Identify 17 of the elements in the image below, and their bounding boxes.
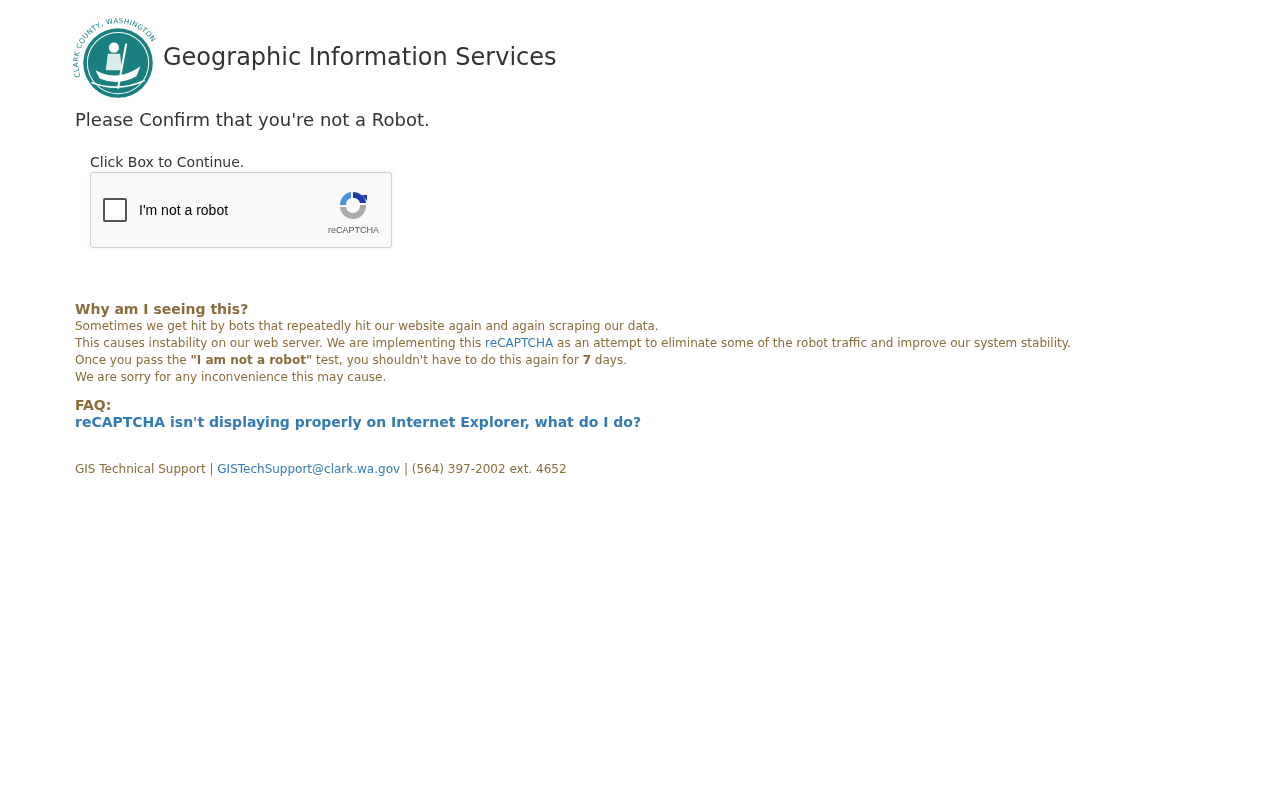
captcha-checkbox[interactable] [103, 198, 127, 222]
faq-heading: FAQ: [75, 396, 112, 414]
recaptcha-logo-icon [337, 189, 370, 221]
page-heading: Please Confirm that you're not a Robot. [75, 109, 430, 130]
site-title: Geographic Information Services [163, 43, 557, 71]
explanation-line: Once you pass the "I am not a robot" test, you shouldn't have to do this again for 7 days. [75, 352, 627, 369]
instruction-text: Click Box to Continue. [90, 154, 245, 170]
email-link[interactable]: GISTechSupport@clark.wa.gov [217, 462, 401, 476]
recaptcha-link[interactable]: reCAPTCHA [485, 336, 554, 350]
explanation-line: This causes instability on our web server. We are implementing this reCAPTCHA as an attempt to eliminate some of the robot traffic and improve our system stability. [75, 335, 1071, 352]
support-footer: GIS Technical Support | GISTechSupport@clark.wa.gov | (564) 397-2002 ext. 4652 [75, 462, 567, 476]
section-heading: Why am I seeing this? [75, 300, 249, 318]
captcha-label: I'm not a robot [139, 202, 230, 218]
recaptcha-brand-text: reCAPTCHA [328, 225, 379, 235]
explanation-line: Sometimes we get hit by bots that repeatedly hit our website again and again scraping our data. [75, 318, 659, 335]
faq-link[interactable]: reCAPTCHA isn't displaying properly on Internet Explorer, what do I do? [75, 414, 641, 430]
explanation-line: We are sorry for any inconvenience this may cause. [75, 369, 387, 386]
